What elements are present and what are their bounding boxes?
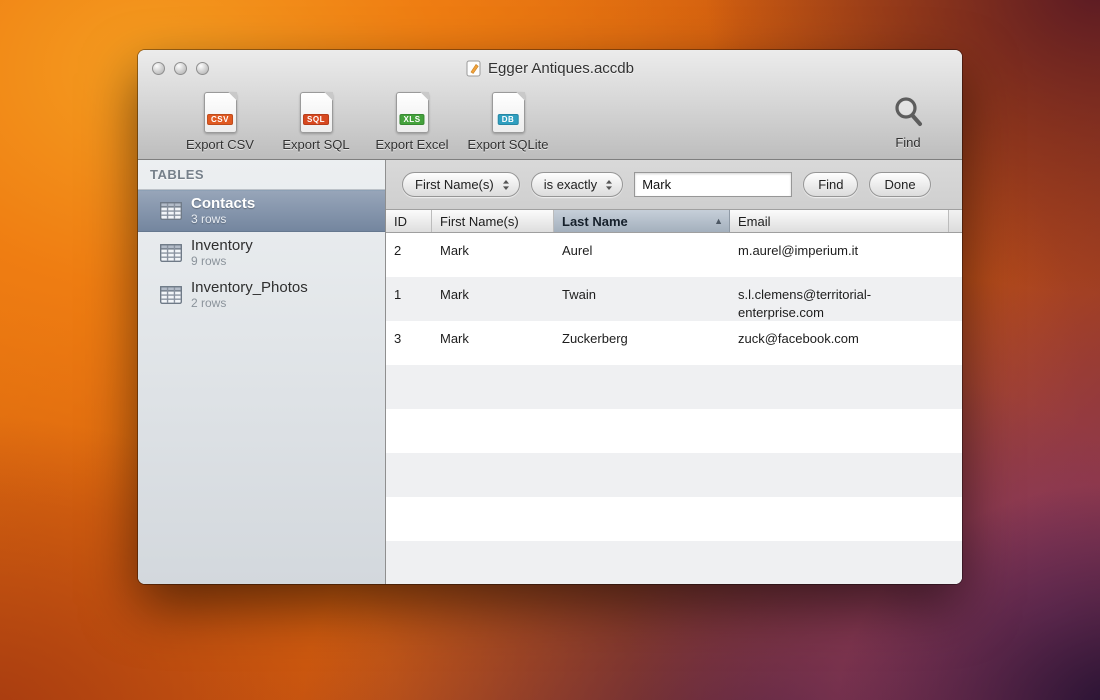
chevron-updown-icon: [605, 179, 613, 191]
zoom-window-button[interactable]: [196, 62, 209, 75]
window-chrome: Egger Antiques.accdb CSV Export CSV SQL …: [138, 50, 962, 160]
done-button[interactable]: Done: [869, 172, 930, 197]
sidebar-item-contacts[interactable]: Contacts 3 rows: [138, 190, 385, 232]
sidebar-item-rowcount: 2 rows: [191, 297, 308, 311]
search-input[interactable]: [634, 172, 792, 197]
cell-email: zuck@facebook.com: [730, 321, 962, 348]
window-titlebar[interactable]: Egger Antiques.accdb: [138, 50, 962, 86]
column-header-last-name[interactable]: Last Name ▲: [554, 210, 730, 232]
export-excel-label: Export Excel: [376, 137, 449, 152]
title-wrap: Egger Antiques.accdb: [466, 60, 634, 77]
cell-id: 3: [386, 321, 432, 348]
field-dropdown-value: First Name(s): [415, 177, 494, 192]
column-header-email[interactable]: Email: [730, 210, 949, 232]
find-toolbar-label: Find: [895, 135, 920, 150]
filter-bar: First Name(s) is exactly Find: [386, 160, 962, 210]
cell-first-name: Mark: [432, 233, 554, 260]
field-dropdown[interactable]: First Name(s): [402, 172, 520, 197]
toolbar: CSV Export CSV SQL Export SQL XLS Export…: [138, 86, 962, 159]
table-header-row: ID First Name(s) Last Name ▲ Email: [386, 210, 962, 233]
sidebar-header: TABLES: [138, 160, 385, 190]
cell-last-name: Aurel: [554, 233, 730, 260]
column-header-first-name[interactable]: First Name(s): [432, 210, 554, 232]
sidebar-item-name: Contacts: [191, 195, 255, 212]
table-row[interactable]: 3 Mark Zuckerberg zuck@facebook.com: [386, 321, 962, 365]
cell-id: 2: [386, 233, 432, 260]
sidebar-item-inventory-photos[interactable]: Inventory_Photos 2 rows: [138, 274, 385, 316]
export-csv-button[interactable]: CSV Export CSV: [172, 92, 268, 152]
operator-dropdown-value: is exactly: [544, 177, 597, 192]
find-button[interactable]: Find: [803, 172, 858, 197]
find-toolbar-button[interactable]: Find: [878, 92, 938, 150]
cell-first-name: Mark: [432, 277, 554, 304]
export-sqlite-button[interactable]: DB Export SQLite: [460, 92, 556, 152]
cell-email: s.l.clemens@territorial-enterprise.com: [730, 277, 962, 321]
export-sqlite-label: Export SQLite: [468, 137, 549, 152]
db-file-icon: DB: [492, 92, 525, 133]
document-icon: [466, 60, 481, 77]
table-icon: [160, 202, 182, 220]
column-header-last-name-label: Last Name: [562, 214, 628, 229]
export-sql-button[interactable]: SQL Export SQL: [268, 92, 364, 152]
traffic-lights: [152, 50, 209, 86]
minimize-window-button[interactable]: [174, 62, 187, 75]
tables-sidebar: TABLES Contacts 3 rows Inventory: [138, 160, 386, 584]
xls-file-icon: XLS: [396, 92, 429, 133]
sql-badge: SQL: [303, 114, 329, 125]
cell-last-name: Twain: [554, 277, 730, 304]
xls-badge: XLS: [399, 114, 424, 125]
done-button-label: Done: [884, 177, 915, 192]
table-body: 2 Mark Aurel m.aurel@imperium.it 1 Mark …: [386, 233, 962, 584]
csv-file-icon: CSV: [204, 92, 237, 133]
column-header-id[interactable]: ID: [386, 210, 432, 232]
cell-email: m.aurel@imperium.it: [730, 233, 962, 260]
table-row[interactable]: 2 Mark Aurel m.aurel@imperium.it: [386, 233, 962, 277]
operator-dropdown[interactable]: is exactly: [531, 172, 623, 197]
chevron-updown-icon: [502, 179, 510, 191]
sidebar-item-name: Inventory: [191, 237, 253, 254]
window-title: Egger Antiques.accdb: [488, 60, 634, 77]
cell-id: 1: [386, 277, 432, 304]
export-excel-button[interactable]: XLS Export Excel: [364, 92, 460, 152]
desktop-wallpaper: Egger Antiques.accdb CSV Export CSV SQL …: [0, 0, 1100, 700]
window-content: TABLES Contacts 3 rows Inventory: [138, 160, 962, 584]
sidebar-item-name: Inventory_Photos: [191, 279, 308, 296]
export-sql-label: Export SQL: [282, 137, 349, 152]
sort-ascending-icon: ▲: [714, 216, 723, 226]
scrollbar-corner: [949, 210, 962, 232]
sidebar-item-rowcount: 9 rows: [191, 255, 253, 269]
main-panel: First Name(s) is exactly Find: [386, 160, 962, 584]
find-button-label: Find: [818, 177, 843, 192]
table-icon: [160, 244, 182, 262]
cell-first-name: Mark: [432, 321, 554, 348]
sql-file-icon: SQL: [300, 92, 333, 133]
sidebar-item-rowcount: 3 rows: [191, 213, 255, 227]
db-badge: DB: [498, 114, 519, 125]
table-row[interactable]: 1 Mark Twain s.l.clemens@territorial-ent…: [386, 277, 962, 321]
csv-badge: CSV: [207, 114, 233, 125]
export-csv-label: Export CSV: [186, 137, 254, 152]
table-icon: [160, 286, 182, 304]
close-window-button[interactable]: [152, 62, 165, 75]
cell-last-name: Zuckerberg: [554, 321, 730, 348]
magnifier-icon: [891, 92, 925, 131]
sidebar-item-inventory[interactable]: Inventory 9 rows: [138, 232, 385, 274]
app-window: Egger Antiques.accdb CSV Export CSV SQL …: [138, 50, 962, 584]
